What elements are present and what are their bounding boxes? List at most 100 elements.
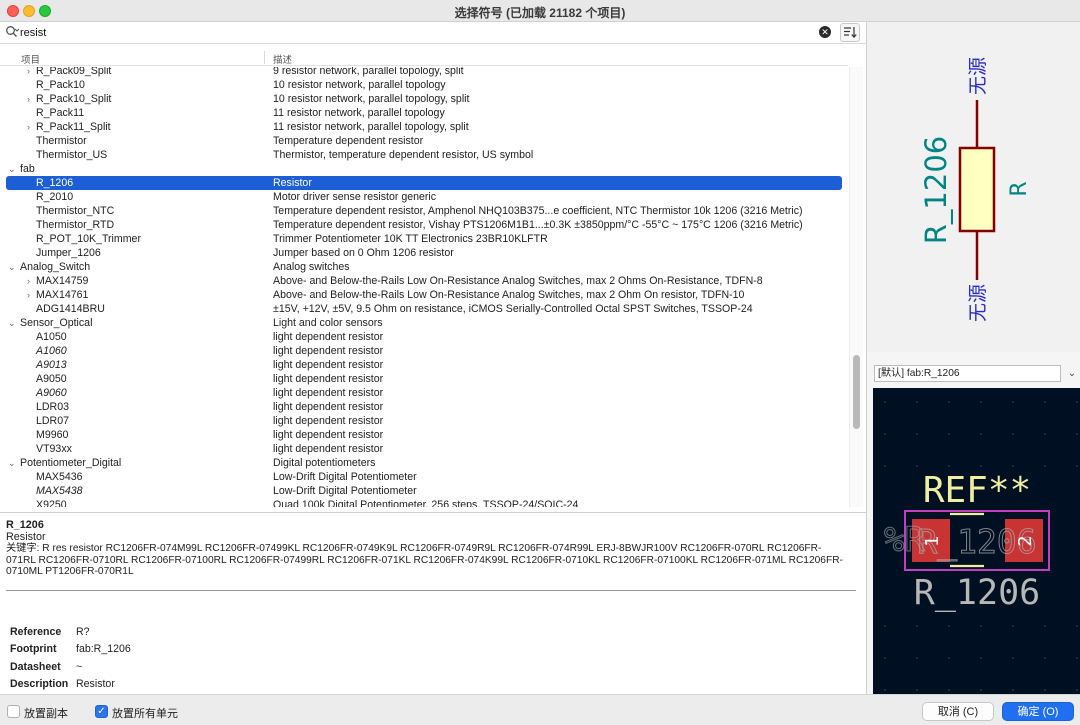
footprint-selector[interactable]: [默认] fab:R_1206: [874, 365, 1061, 382]
search-input[interactable]: [20, 24, 810, 41]
tree-row-description: light dependent resistor: [273, 429, 384, 441]
tree-row[interactable]: Jumper_1206 Jumper based on 0 Ohm 1206 re…: [6, 246, 842, 260]
tree-row[interactable]: A9050 light dependent resistor: [6, 372, 842, 386]
tree-row-description: Temperature dependent resistor, Vishay P…: [273, 219, 803, 231]
tree-scrollbar[interactable]: [849, 67, 863, 507]
clear-search-icon[interactable]: ✕: [819, 26, 831, 38]
tree-library-row[interactable]: ⌄ Sensor_Optical Light and color sensors: [6, 316, 842, 330]
field-reference-value: R?: [76, 626, 90, 638]
tree-row[interactable]: Thermistor_NTC Temperature dependent resi…: [6, 204, 842, 218]
place-copy-label[interactable]: 放置副本: [24, 705, 68, 721]
tree-library-row[interactable]: ⌄ Analog_Switch Analog switches: [6, 260, 842, 274]
tree-row[interactable]: M9960 light dependent resistor: [6, 428, 842, 442]
tree-row-name: VT93xx: [36, 443, 72, 455]
tree-row[interactable]: MAX5436 Low-Drift Digital Potentiometer: [6, 470, 842, 484]
tree-row-name: Thermistor_RTD: [36, 219, 115, 231]
tree-row[interactable]: Thermistor_RTD Temperature dependent resi…: [6, 218, 842, 232]
expanded-chevron-icon[interactable]: ⌄: [8, 162, 18, 176]
tree-row[interactable]: X9250 Quad 100k Digital Potentiometer, 25…: [6, 498, 842, 507]
tree-row-selected[interactable]: R_1206 Resistor: [6, 176, 842, 190]
tree-row[interactable]: MAX5438 Low-Drift Digital Potentiometer: [6, 484, 842, 498]
tree-row[interactable]: ADG1414BRU ±15V, +12V, ±5V, 9.5 Ohm on re…: [6, 302, 842, 316]
tree-row[interactable]: › R_Pack10_Split 10 resistor network, para…: [6, 92, 842, 106]
tree-row-description: Temperature dependent resistor: [273, 135, 424, 147]
tree-row[interactable]: LDR03 light dependent resistor: [6, 400, 842, 414]
tree-library-row[interactable]: ⌄ fab: [6, 162, 842, 176]
tree-row-name: MAX5438: [36, 485, 83, 497]
pin-bottom-type-text: 无源: [967, 284, 989, 322]
tree-row[interactable]: A9013 light dependent resistor: [6, 358, 842, 372]
tree-row-description: Trimmer Potentiometer 10K TT Electronics…: [273, 233, 548, 245]
tree-row-name: Sensor_Optical: [20, 317, 93, 329]
tree-row[interactable]: Thermistor_US Thermistor, temperature dep…: [6, 148, 842, 162]
tree-row-description: light dependent resistor: [273, 373, 384, 385]
tree-row-description: Thermistor, temperature dependent resist…: [273, 149, 534, 161]
tree-row[interactable]: › R_Pack11_Split 11 resistor network, para…: [6, 120, 842, 134]
symbol-reference-text: R: [1007, 181, 1032, 196]
expanded-chevron-icon[interactable]: ⌄: [8, 316, 18, 330]
resistor-body: [958, 146, 996, 233]
column-header-item[interactable]: 项目: [21, 52, 40, 66]
tree-row[interactable]: R_Pack11 11 resistor network, parallel to…: [6, 106, 842, 120]
tree-row-name: A9060: [36, 387, 67, 399]
tree-row-name: M9960: [36, 429, 69, 441]
tree-row-description: light dependent resistor: [273, 401, 384, 413]
tree-row-description: Low-Drift Digital Potentiometer: [273, 471, 417, 483]
column-header-description[interactable]: 描述: [273, 52, 292, 66]
tree-row-name: A9050: [36, 373, 67, 385]
chevron-down-icon[interactable]: ⌄: [1065, 365, 1079, 382]
tree-row[interactable]: › R_Pack09_Split 9 resistor network, paral…: [6, 67, 842, 78]
tree-row[interactable]: A1060 light dependent resistor: [6, 344, 842, 358]
footprint-ref-text: REF**: [923, 470, 1031, 511]
column-divider[interactable]: [264, 51, 265, 64]
footprint-preview-canvas[interactable]: REF** R_1206 %R 1 2 R_1206: [873, 388, 1080, 694]
field-datasheet-value: ~: [76, 661, 83, 673]
tree-row[interactable]: R_Pack10 10 resistor network, parallel to…: [6, 78, 842, 92]
field-footprint-label: Footprint: [10, 643, 57, 655]
field-reference-label: Reference: [10, 626, 62, 638]
tree-row[interactable]: Thermistor Temperature dependent resistor: [6, 134, 842, 148]
tree-row[interactable]: A9060 light dependent resistor: [6, 386, 842, 400]
tree-row[interactable]: VT93xx light dependent resistor: [6, 442, 842, 456]
tree-row-name: X9250: [36, 499, 67, 507]
tree-row-description: Temperature dependent resistor, Amphenol…: [273, 205, 803, 217]
tree-row[interactable]: LDR07 light dependent resistor: [6, 414, 842, 428]
place-all-units-checkbox[interactable]: ✓: [95, 705, 108, 718]
cancel-button[interactable]: 取消 (C): [922, 702, 994, 721]
footprint-value-text: R_1206: [914, 573, 1040, 613]
tree-row-name: ADG1414BRU: [36, 303, 105, 315]
tree-row[interactable]: R_POT_10K_Trimmer Trimmer Potentiometer 1…: [6, 232, 842, 246]
footprint-fab-ref-text: %R: [884, 520, 925, 560]
library-panel: ✕ 项目 描述 ›R_Pack09_Split9 resistor networ…: [0, 22, 866, 694]
symbol-tree: › R_Pack09_Split 9 resistor network, paral…: [0, 67, 848, 507]
tree-scrollbar-thumb[interactable]: [853, 355, 860, 429]
tree-row-name: A9013: [36, 359, 67, 371]
tree-row[interactable]: › MAX14759 Above- and Below-the-Rails Low …: [6, 274, 842, 288]
pin-top-type-text: 无源: [967, 57, 989, 95]
tree-row-description: light dependent resistor: [273, 331, 384, 343]
ok-button[interactable]: 确定 (O): [1002, 702, 1074, 721]
tree-row[interactable]: R_2010 Motor driver sense resistor generi…: [6, 190, 842, 204]
sort-icon: [844, 27, 857, 39]
tree-row-name: R_2010: [36, 191, 74, 203]
tree-row-name: A1060: [36, 345, 67, 357]
symbol-preview-drawing: R_1206 R 无源 无源: [919, 57, 1032, 322]
symbol-preview-canvas[interactable]: R_1206 R 无源 无源: [867, 22, 1080, 352]
tree-row-name: MAX14761: [36, 289, 89, 301]
field-description-label: Description: [10, 678, 69, 690]
tree-row-description: light dependent resistor: [273, 415, 384, 427]
tree-library-row[interactable]: ⌄ Potentiometer_Digital Digital potentiome…: [6, 456, 842, 470]
tree-row[interactable]: A1050 light dependent resistor: [6, 330, 842, 344]
details-keywords: 关键字: R res resistor RC1206FR-074M99L RC1…: [6, 543, 846, 578]
place-all-units-label[interactable]: 放置所有单元: [112, 705, 178, 721]
expanded-chevron-icon[interactable]: ⌄: [8, 456, 18, 470]
tree-row-description: Jumper based on 0 Ohm 1206 resistor: [273, 247, 454, 259]
expanded-chevron-icon[interactable]: ⌄: [8, 260, 18, 274]
preview-panel: R_1206 R 无源 无源 [默认] fab:R_1206 ⌄ REF** R…: [866, 22, 1080, 694]
symbol-chooser-window: 选择符号 (已加载 21182 个项目) ✕ 项目: [0, 0, 1080, 725]
place-copy-checkbox[interactable]: [7, 705, 20, 718]
tree-row-description: 10 resistor network, parallel topology, …: [273, 93, 470, 105]
sort-button[interactable]: [840, 23, 860, 42]
tree-row[interactable]: › MAX14761 Above- and Below-the-Rails Low …: [6, 288, 842, 302]
pad-2-number: 2: [1015, 535, 1036, 546]
